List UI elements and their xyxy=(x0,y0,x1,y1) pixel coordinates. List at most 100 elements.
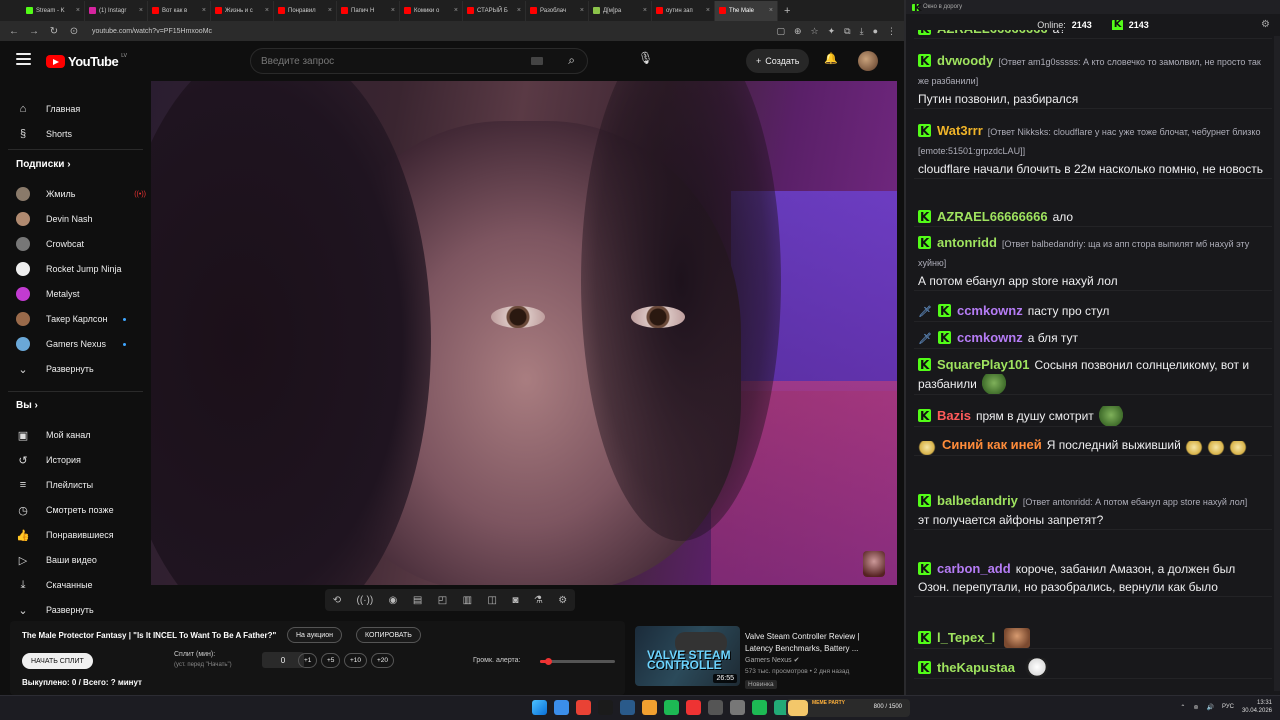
you-heading[interactable]: Вы › xyxy=(16,400,38,411)
broadcast-icon[interactable]: ((·)) xyxy=(357,595,374,606)
increment-1-button[interactable]: +1 xyxy=(298,653,318,668)
clock[interactable]: 13:31 30.04.2026 xyxy=(1242,699,1272,715)
sidebar-item-like[interactable]: 👍 Понравившиеся xyxy=(16,525,146,545)
subscriptions-heading[interactable]: Подписки › xyxy=(16,159,71,170)
taskbar-app-icon[interactable] xyxy=(664,700,679,715)
sidebar-subscription[interactable]: Rocket Jump Ninja xyxy=(16,259,146,279)
tray-chevron-icon[interactable]: ⌃ xyxy=(1180,704,1185,711)
loop-icon[interactable]: ⟲ xyxy=(333,595,341,606)
back-icon[interactable]: ← xyxy=(8,26,20,37)
increment-10-button[interactable]: +10 xyxy=(344,653,368,668)
sidebar-subscription[interactable]: Devin Nash xyxy=(16,209,146,229)
screenshot-icon[interactable]: ▢ xyxy=(776,26,785,37)
tab-close-icon[interactable]: × xyxy=(202,7,206,14)
chat-username[interactable]: carbon_add xyxy=(937,561,1011,576)
network-icon[interactable]: ⊚ xyxy=(1193,704,1198,711)
sidebar-item-history[interactable]: ↺ История xyxy=(16,450,146,470)
sidebar-subscription[interactable]: Такер Карлсон xyxy=(16,309,146,329)
sidebar-subscription[interactable]: Жмиль ((•)) xyxy=(16,184,146,204)
tab-close-icon[interactable]: × xyxy=(769,7,773,14)
chat-username[interactable]: antonridd xyxy=(937,235,997,250)
alert-volume-slider[interactable] xyxy=(540,658,615,665)
video-overlay-thumbnail[interactable] xyxy=(863,551,885,577)
sidebar-item-home[interactable]: ⌂ Главная xyxy=(16,99,146,119)
chat-username[interactable]: ccmkownz xyxy=(957,303,1023,318)
notifications-bell-icon[interactable]: 🔔 xyxy=(824,52,838,65)
account-avatar[interactable] xyxy=(858,51,878,71)
browser-tab[interactable]: Жизнь и с × xyxy=(211,0,274,21)
sidebar-item-download[interactable]: ⤓ Скачанные xyxy=(16,575,146,595)
chat-username[interactable]: ccmkownz xyxy=(957,330,1023,345)
chat-username[interactable]: Wat3rrr xyxy=(937,123,983,138)
taskbar-app-icon[interactable] xyxy=(554,700,569,715)
zoom-icon[interactable]: ⊕ xyxy=(794,26,802,37)
browser-tab[interactable]: СТАРЫЙ Б × xyxy=(463,0,526,21)
tab-close-icon[interactable]: × xyxy=(265,7,269,14)
sidebar-item-playlists[interactable]: ≡ Плейлисты xyxy=(16,475,146,495)
chat-username[interactable]: AZRAEL66666666 xyxy=(937,209,1048,224)
download-icon[interactable]: ⤓ xyxy=(860,26,864,37)
chat-username[interactable]: balbedandriy xyxy=(937,493,1018,508)
sidebar-subscription[interactable]: ⌄ Развернуть xyxy=(16,359,146,379)
tab-close-icon[interactable]: × xyxy=(454,7,458,14)
chat-settings-gear-icon[interactable]: ⚙ xyxy=(1261,19,1270,30)
tab-close-icon[interactable]: × xyxy=(706,7,710,14)
browser-tab[interactable]: Понравил × xyxy=(274,0,337,21)
chat-scrollbar[interactable] xyxy=(1274,36,1280,691)
new-tab-button[interactable]: + xyxy=(784,5,790,17)
search-icon[interactable]: ⌕ xyxy=(568,53,575,68)
browser-tab[interactable]: Разоблач × xyxy=(526,0,589,21)
taskbar-app-icon[interactable] xyxy=(686,700,701,715)
extensions-puzzle-icon[interactable]: ⧉ xyxy=(844,26,850,37)
recommended-channel[interactable]: Gamers Nexus ✔ xyxy=(745,656,800,664)
taskbar-app-icon[interactable] xyxy=(752,700,767,715)
sidebar-item-watch-later[interactable]: ◷ Смотреть позже xyxy=(16,500,146,520)
bookmark-star-icon[interactable]: ☆ xyxy=(811,26,819,37)
windows-start-icon[interactable] xyxy=(532,700,547,715)
browser-tab[interactable]: Вот как в × xyxy=(148,0,211,21)
sidebar-subscription[interactable]: Metalyst xyxy=(16,284,146,304)
profile-icon[interactable]: ● xyxy=(873,26,878,37)
sidebar-item-channel[interactable]: ▣ Мой канал xyxy=(16,425,146,445)
increment-20-button[interactable]: +20 xyxy=(371,653,395,668)
video-player[interactable]: 2) ⏵ ⏸ ▭ ⚙ ▣ ⤢ xyxy=(151,81,897,585)
chat-username[interactable]: theKapustaa xyxy=(937,660,1015,675)
chat-username[interactable]: Bazis xyxy=(937,408,971,423)
browser-tab[interactable]: Д[м]ра × xyxy=(589,0,652,21)
film-icon[interactable]: ▥ xyxy=(463,595,472,606)
auction-button[interactable]: На аукцион xyxy=(287,627,342,643)
sidebar-subscription[interactable]: Gamers Nexus xyxy=(16,334,146,354)
url-field[interactable]: youtube.com/watch?v=PF15HmxooMc xyxy=(92,28,212,35)
taskbar-app-icon[interactable] xyxy=(598,700,613,715)
microphone-icon[interactable]: 🎙 xyxy=(638,51,653,65)
browser-tab[interactable]: Комики о × xyxy=(400,0,463,21)
recommended-video[interactable]: VALVE STEAM CONTROLLE 26:55 Valve Steam … xyxy=(635,626,900,692)
tab-close-icon[interactable]: × xyxy=(328,7,332,14)
camera-icon[interactable]: ◙ xyxy=(512,595,518,606)
tab-close-icon[interactable]: × xyxy=(76,7,80,14)
youtube-logo[interactable]: YouTube LV xyxy=(46,53,127,69)
taskbar-app-icon[interactable] xyxy=(730,700,745,715)
tab-close-icon[interactable]: × xyxy=(643,7,647,14)
search-input[interactable]: Введите запрос ⌕ xyxy=(250,48,588,74)
chat-username[interactable]: dvwoody xyxy=(937,53,993,68)
sidebar-item-expand[interactable]: ⌄ Развернуть xyxy=(16,600,146,620)
taskbar-app-icon[interactable] xyxy=(620,700,635,715)
alert-volume-knob[interactable] xyxy=(544,658,552,665)
browser-tab[interactable]: оутин зап × xyxy=(652,0,715,21)
taskbar-app-icon[interactable] xyxy=(708,700,723,715)
extension-icon[interactable]: ✦ xyxy=(828,26,836,37)
recommended-thumbnail[interactable]: VALVE STEAM CONTROLLE 26:55 xyxy=(635,626,740,686)
browser-tab[interactable]: Папич Н × xyxy=(337,0,400,21)
menu-hamburger-icon[interactable] xyxy=(16,53,31,65)
chat-username[interactable]: l_Tepex_l xyxy=(937,630,995,645)
increment-5-button[interactable]: +5 xyxy=(321,653,341,668)
tab-close-icon[interactable]: × xyxy=(580,7,584,14)
meme-party-widget[interactable]: MEME PARTY 800 / 1500 xyxy=(786,699,910,717)
volume-icon[interactable]: 🔊 xyxy=(1206,704,1213,711)
site-info-icon[interactable]: ⊙ xyxy=(68,26,80,37)
browser-tab[interactable]: Stream - K × xyxy=(22,0,85,21)
reload-icon[interactable]: ↻ xyxy=(48,26,60,37)
options-gear-icon[interactable]: ⚙ xyxy=(558,595,567,606)
forward-icon[interactable]: → xyxy=(28,26,40,37)
